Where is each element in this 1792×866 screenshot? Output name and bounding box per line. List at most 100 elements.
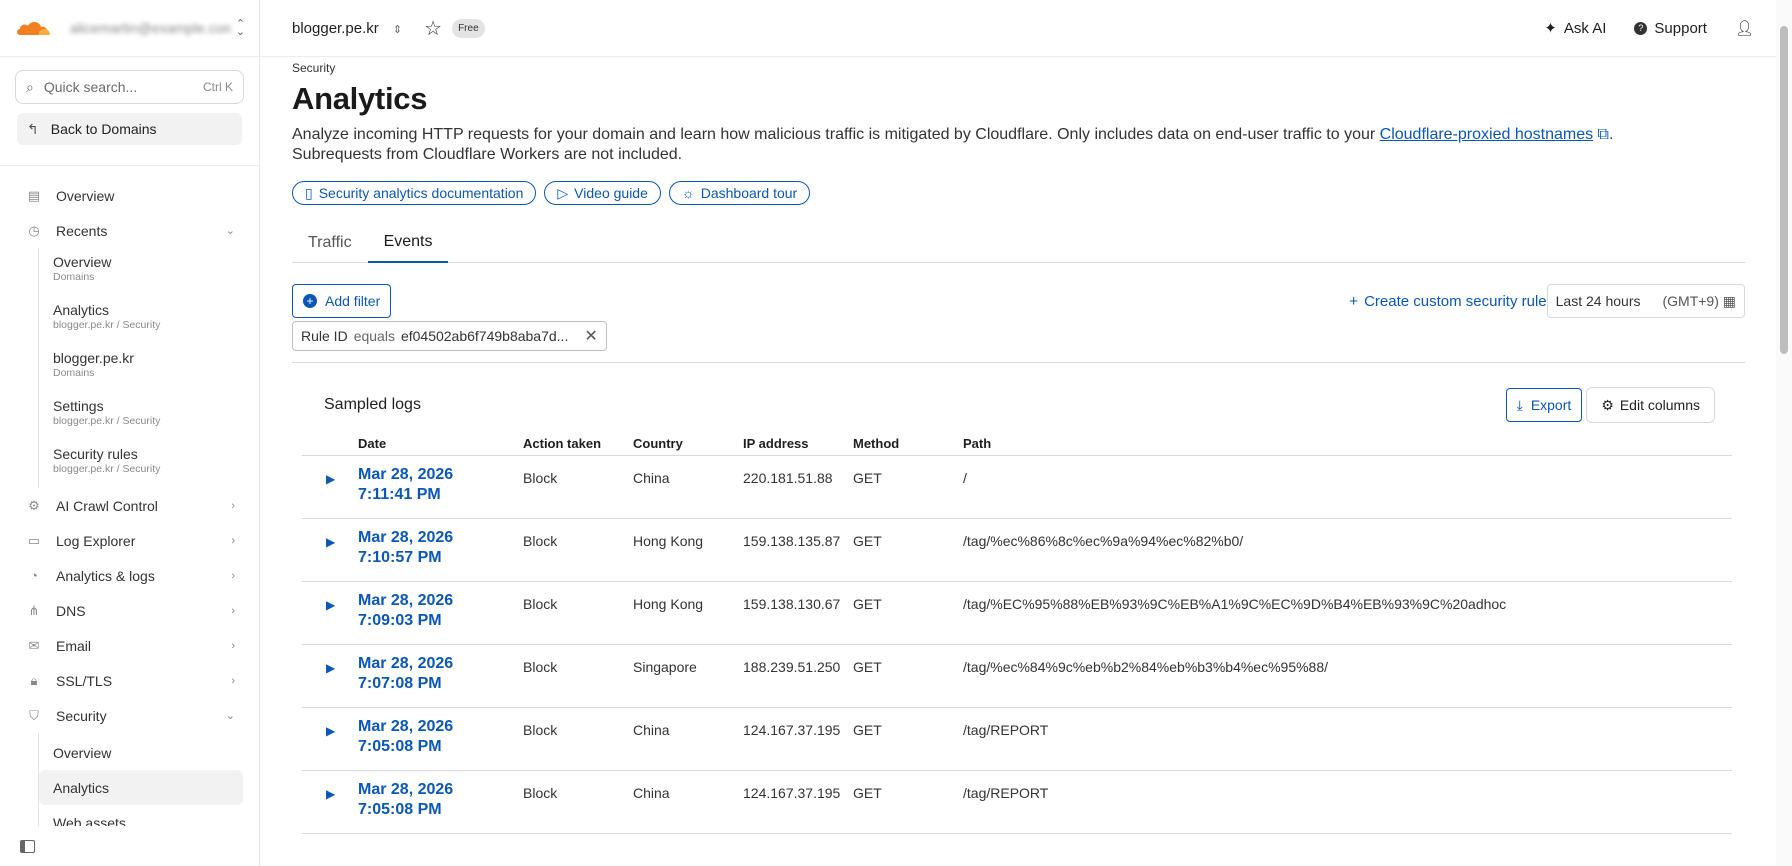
log-ip: 220.181.51.88 (743, 455, 853, 519)
log-date[interactable]: Mar 28, 2026 7:07:08 PM (358, 644, 523, 708)
proxied-hostnames-link[interactable]: Cloudflare-proxied hostnames (1380, 126, 1593, 143)
column-header-method[interactable]: Method (853, 431, 963, 456)
robot-icon: ⚙ (28, 497, 40, 513)
log-method: GET (853, 770, 963, 834)
table-row[interactable]: ▶ Mar 28, 2026 7:05:08 PM Block China 124… (302, 770, 1732, 834)
timezone-label: (GMT+9) ▦ (1662, 293, 1736, 310)
log-ip: 188.239.51.250 (743, 644, 853, 708)
star-icon[interactable]: ☆ (424, 16, 442, 41)
log-country: China (633, 707, 743, 771)
log-date[interactable]: Mar 28, 2026 7:09:03 PM (358, 581, 523, 645)
calendar-icon: ▦ (1722, 292, 1736, 309)
recent-item[interactable]: Settings blogger.pe.kr / Security (39, 392, 259, 440)
column-header-country[interactable]: Country (633, 431, 743, 456)
scrollbar-thumb[interactable] (1780, 26, 1788, 354)
sidebar-item-ssl-tls[interactable]: 🔒︎ SSL/TLS › (0, 663, 259, 698)
account-switcher[interactable]: alicemartin@example.com ⌃ ⌄ (0, 0, 259, 57)
create-custom-rule-link[interactable]: + Create custom security rule (1349, 293, 1546, 310)
ask-ai-label: Ask AI (1563, 19, 1607, 37)
edit-columns-button[interactable]: ⚙ Edit columns (1586, 387, 1715, 423)
expand-caret-icon[interactable]: ▶ (302, 707, 358, 771)
column-header-date[interactable]: Date (358, 431, 523, 456)
support-button[interactable]: ? Support (1634, 20, 1707, 37)
table-row[interactable]: ▶ Mar 28, 2026 7:07:08 PM Block Singapore… (302, 644, 1732, 708)
export-button[interactable]: ⤓ Export (1505, 388, 1583, 422)
sidebar-item-security-overview[interactable]: Overview (39, 735, 243, 770)
filter-chip[interactable]: Rule ID equals ef04502ab6f749b8aba7d... … (292, 321, 607, 351)
log-date[interactable]: Mar 28, 2026 7:05:08 PM (358, 770, 523, 834)
user-menu-button[interactable]: 👤︎ (1735, 19, 1754, 37)
sidebar-item-security[interactable]: ⛉ Security ⌄ (0, 698, 259, 733)
sidebar-item-recents[interactable]: ◷ Recents ⌄ (0, 213, 259, 248)
sidebar-item-security-analytics[interactable]: Analytics (39, 770, 243, 805)
add-filter-button[interactable]: + Add filter (292, 284, 392, 318)
table-row[interactable]: ▶ Mar 28, 2026 7:10:57 PM Block Hong Kong… (302, 518, 1732, 582)
security-submenu: Overview Analytics Web assets (38, 733, 259, 840)
date-text: Mar 28, 2026 (358, 654, 454, 672)
filter-value: ef04502ab6f749b8aba7d... (400, 328, 569, 344)
sidebar-item-log-explorer[interactable]: ▭ Log Explorer › (0, 523, 259, 558)
lock-icon: 🔒︎ (30, 672, 38, 688)
tab-events[interactable]: Events (367, 223, 449, 263)
time-range-select[interactable]: Last 24 hours (GMT+9) ▦ (1546, 284, 1745, 318)
sidebar-item-overview[interactable]: ▤ Overview (0, 178, 259, 213)
back-to-domains-button[interactable]: ↰ Back to Domains (17, 113, 242, 145)
lightbulb-icon: ☼ (681, 185, 695, 201)
sparkle-icon: ✦ (1544, 20, 1557, 37)
time-text: 7:09:03 PM (358, 611, 442, 629)
recent-subtitle: Domains (53, 367, 95, 379)
recent-title: Security rules (53, 446, 138, 462)
sidebar-item-analytics-logs[interactable]: ◔ Analytics & logs › (0, 558, 259, 593)
log-method: GET (853, 644, 963, 708)
column-header-ip[interactable]: IP address (743, 431, 853, 456)
recent-item[interactable]: Analytics blogger.pe.kr / Security (39, 296, 259, 344)
expand-caret-icon[interactable]: ▶ (302, 644, 358, 708)
tab-traffic[interactable]: Traffic (292, 223, 368, 263)
expand-caret-icon[interactable]: ▶ (302, 455, 358, 519)
envelope-icon: ✉ (28, 637, 40, 653)
recent-item[interactable]: blogger.pe.kr Domains (39, 344, 259, 392)
search-placeholder: Quick search... (43, 79, 138, 95)
column-header-action[interactable]: Action taken (523, 431, 633, 456)
sidebar-item-label: AI Crawl Control (56, 497, 158, 514)
sidebar-item-dns[interactable]: ⋔ DNS › (0, 593, 259, 628)
recent-item[interactable]: Security rules blogger.pe.kr / Security (39, 440, 259, 488)
video-guide-button[interactable]: ▷ Video guide (544, 181, 661, 205)
page-scrollbar[interactable] (1776, 0, 1792, 866)
table-row[interactable]: ▶ Mar 28, 2026 7:05:08 PM Block China 124… (302, 707, 1732, 771)
log-date[interactable]: Mar 28, 2026 7:11:41 PM (358, 455, 523, 519)
recent-subtitle: blogger.pe.kr / Security (53, 415, 161, 427)
log-path: /tag/%ec%86%8c%ec%9a%94%ec%82%b0/ (963, 518, 1732, 582)
help-links: ▯ Security analytics documentation ▷ Video… (292, 181, 1745, 205)
pill-label: Security analytics documentation (318, 185, 524, 201)
security-analytics-docs-button[interactable]: ▯ Security analytics documentation (292, 181, 537, 205)
log-date[interactable]: Mar 28, 2026 7:10:57 PM (358, 518, 523, 582)
log-date[interactable]: Mar 28, 2026 7:05:08 PM (358, 707, 523, 771)
description-text: . (1608, 126, 1614, 143)
table-row[interactable]: ▶ Mar 28, 2026 7:09:03 PM Block Hong Kong… (302, 581, 1732, 645)
breadcrumb[interactable]: Security (292, 61, 1745, 75)
quick-search-input[interactable]: ⌕ Quick search... Ctrl K (15, 70, 244, 104)
pill-label: Video guide (574, 185, 648, 201)
domain-switcher[interactable]: blogger.pe.kr ⇕ (292, 20, 402, 37)
ask-ai-button[interactable]: ✦ Ask AI (1544, 19, 1607, 38)
column-header-path[interactable]: Path (963, 431, 1732, 456)
sidebar-item-email[interactable]: ✉ Email › (0, 628, 259, 663)
play-icon: ▷ (557, 184, 569, 201)
date-text: Mar 28, 2026 (358, 717, 454, 735)
dashboard-tour-button[interactable]: ☼ Dashboard tour (668, 181, 811, 205)
description-text: Analyze incoming HTTP requests for your … (292, 126, 1380, 143)
chevron-updown-icon: ⇕ (392, 23, 403, 36)
sidebar-item-ai-crawl-control[interactable]: ⚙ AI Crawl Control › (0, 488, 259, 523)
table-row[interactable]: ▶ Mar 28, 2026 7:11:41 PM Block China 220… (302, 455, 1732, 519)
cloudflare-logo[interactable] (14, 17, 52, 39)
expand-caret-icon[interactable]: ▶ (302, 581, 358, 645)
expand-caret-icon[interactable]: ▶ (302, 518, 358, 582)
chevron-right-icon: › (231, 604, 235, 617)
log-path: / (963, 455, 1732, 519)
close-icon[interactable]: ✕ (584, 326, 597, 346)
recent-item[interactable]: Overview Domains (39, 248, 259, 296)
date-text: Mar 28, 2026 (358, 591, 454, 609)
expand-caret-icon[interactable]: ▶ (302, 770, 358, 834)
collapse-sidebar-button[interactable] (0, 826, 259, 866)
